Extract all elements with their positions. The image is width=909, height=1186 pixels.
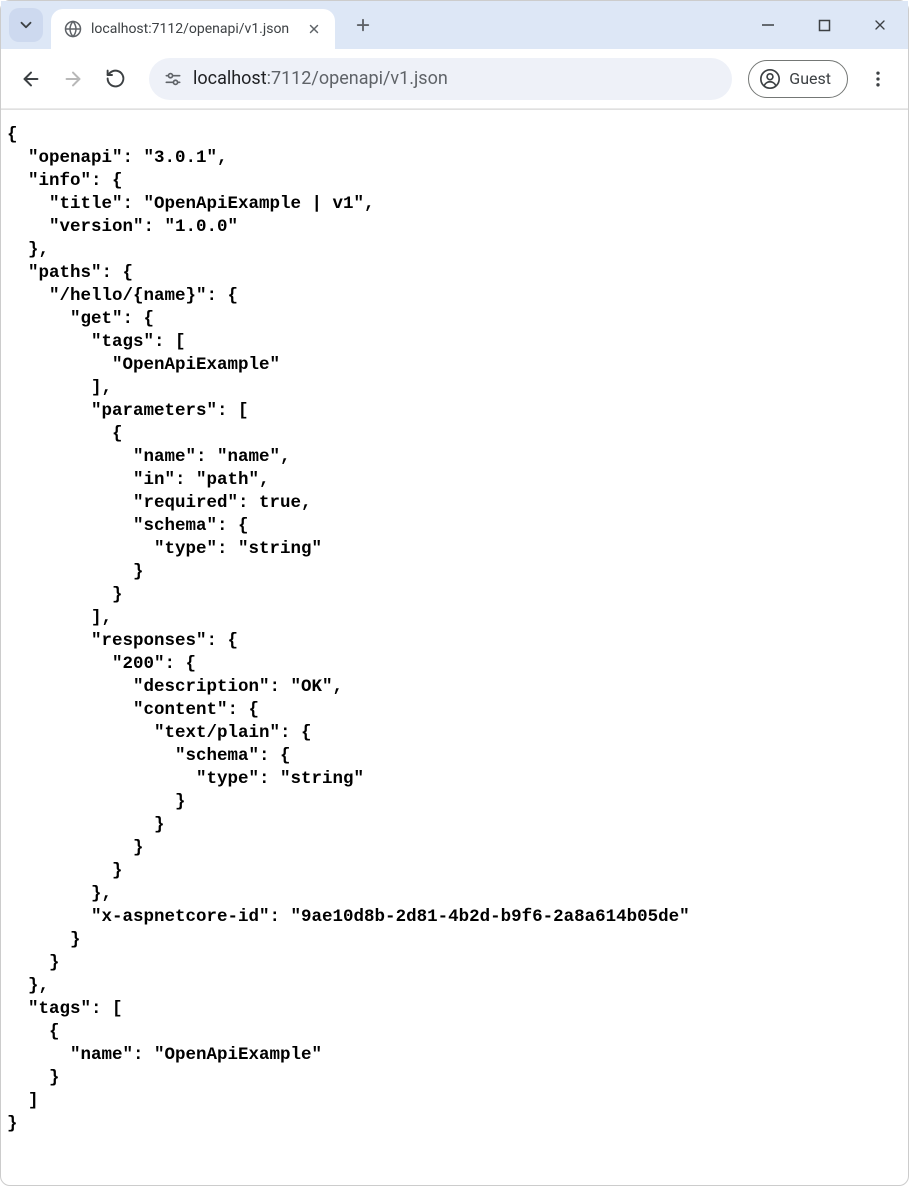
reload-button[interactable] [97, 61, 133, 97]
window-controls [740, 1, 908, 49]
more-vertical-icon [868, 69, 888, 89]
close-icon [872, 17, 888, 33]
close-window-button[interactable] [852, 5, 908, 45]
plus-icon [354, 16, 372, 34]
arrow-left-icon [20, 68, 42, 90]
profile-label: Guest [789, 69, 831, 88]
address-bar[interactable]: localhost:7112/openapi/v1.json [149, 58, 732, 100]
menu-button[interactable] [860, 61, 896, 97]
tab-search-button[interactable] [9, 8, 43, 42]
tab-title: localhost:7112/openapi/v1.json [91, 21, 289, 37]
reload-icon [105, 68, 126, 89]
minimize-icon [761, 18, 775, 32]
tab-close-button[interactable] [305, 20, 323, 38]
user-icon [759, 68, 781, 90]
minimize-button[interactable] [740, 5, 796, 45]
maximize-button[interactable] [796, 5, 852, 45]
arrow-right-icon [62, 68, 84, 90]
site-settings-icon[interactable] [163, 69, 183, 89]
back-button[interactable] [13, 61, 49, 97]
browser-tab[interactable]: localhost:7112/openapi/v1.json [51, 9, 335, 49]
toolbar: localhost:7112/openapi/v1.json Guest [1, 49, 908, 109]
json-content: { "openapi": "3.0.1", "info": { "title":… [1, 110, 908, 1150]
maximize-icon [818, 19, 831, 32]
browser-chrome: localhost:7112/openapi/v1.json [1, 1, 908, 110]
address-host: localhost [193, 68, 267, 89]
globe-icon [63, 19, 83, 39]
address-text: localhost:7112/openapi/v1.json [193, 68, 448, 89]
tab-strip: localhost:7112/openapi/v1.json [1, 1, 908, 49]
address-path: :7112/openapi/v1.json [267, 68, 448, 89]
profile-button[interactable]: Guest [748, 60, 848, 98]
chevron-down-icon [17, 16, 35, 34]
forward-button[interactable] [55, 61, 91, 97]
close-icon [307, 22, 321, 36]
new-tab-button[interactable] [347, 9, 379, 41]
